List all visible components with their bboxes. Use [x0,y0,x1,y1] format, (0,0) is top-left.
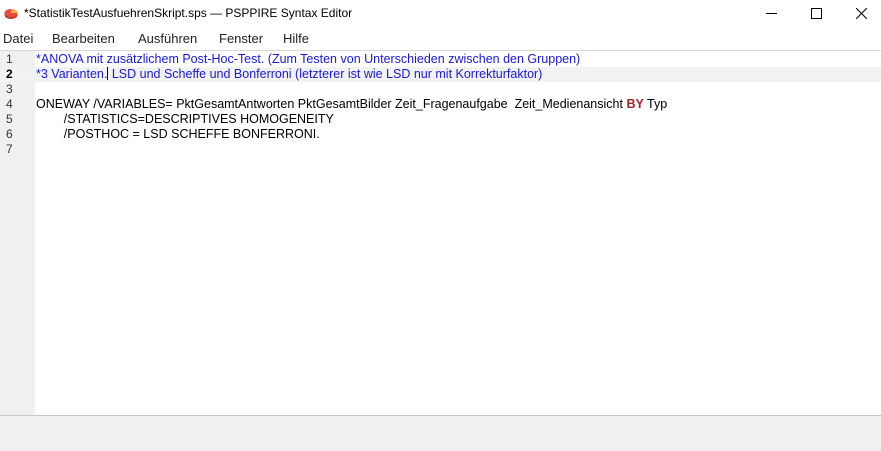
code-line-2[interactable]: *3 Varianten. LSD und Scheffe und Bonfer… [36,67,542,82]
menu-bar: Datei Bearbeiten Ausführen Fenster Hilfe [0,29,881,49]
line-number: 3 [6,82,13,96]
maximize-icon [810,8,822,19]
menu-fenster[interactable]: Fenster [219,31,263,46]
menu-ausfuehren[interactable]: Ausführen [138,31,197,46]
code-line-4[interactable]: ONEWAY /VARIABLES= PktGesamtAntworten Pk… [36,97,667,112]
minimize-icon [765,13,777,14]
window-title: *StatistikTestAusfuehrenSkript.sps — PSP… [24,6,353,20]
oneway-command: ONEWAY /VARIABLES= PktGesamtAntworten Pk… [36,97,627,111]
close-button[interactable] [838,0,881,27]
line-number: 1 [6,52,13,66]
maximize-button[interactable] [793,0,839,27]
minimize-button[interactable] [748,0,794,27]
oneway-factor: Typ [643,97,668,111]
title-bar: *StatistikTestAusfuehrenSkript.sps — PSP… [0,0,881,27]
code-line-2-start: *3 Varianten. [36,67,108,81]
code-line-1[interactable]: *ANOVA mit zusätzlichem Post-Hoc-Test. (… [36,52,580,67]
line-number-current: 2 [6,67,13,81]
menu-bearbeiten[interactable]: Bearbeiten [52,31,115,46]
code-line-5[interactable]: /STATISTICS=DESCRIPTIVES HOMOGENEITY [36,112,334,127]
code-line-6[interactable]: /POSTHOC = LSD SCHEFFE BONFERRONI. [36,127,320,142]
line-number: 4 [6,97,13,111]
close-icon [855,8,867,19]
line-number: 7 [6,142,13,156]
pspp-icon [4,9,18,19]
menu-hilfe[interactable]: Hilfe [283,31,309,46]
code-line-2-end: LSD und Scheffe und Bonferroni (letztere… [108,67,543,81]
line-number: 5 [6,112,13,126]
status-bar [0,415,881,451]
line-number: 6 [6,127,13,141]
menu-datei[interactable]: Datei [3,31,33,46]
by-keyword: BY [626,97,644,111]
